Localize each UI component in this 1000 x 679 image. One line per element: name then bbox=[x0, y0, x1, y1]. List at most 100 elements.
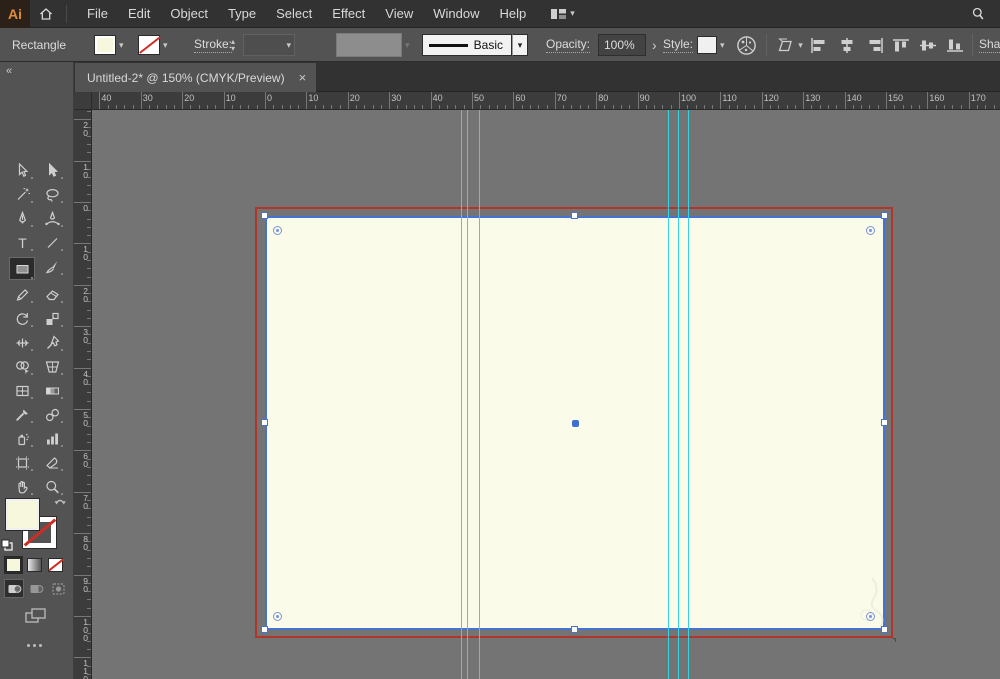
chevron-down-icon[interactable] bbox=[119, 40, 124, 51]
paintbrush-tool[interactable] bbox=[40, 258, 64, 275]
v-align-center-button[interactable] bbox=[918, 38, 938, 53]
line-segment-tool[interactable] bbox=[40, 234, 64, 251]
h-align-left-button[interactable] bbox=[810, 37, 830, 53]
menu-effect[interactable]: Effect bbox=[322, 6, 375, 21]
step-down-icon[interactable] bbox=[231, 45, 235, 52]
draw-behind-button[interactable] bbox=[27, 580, 45, 597]
menu-select[interactable]: Select bbox=[266, 6, 322, 21]
rectangle-tool[interactable] bbox=[9, 257, 35, 280]
style-swatch[interactable] bbox=[697, 36, 717, 54]
selection-handle[interactable] bbox=[571, 212, 578, 219]
close-tab-icon[interactable]: × bbox=[299, 70, 307, 85]
magic-wand-tool[interactable] bbox=[10, 186, 34, 203]
vertical-ruler[interactable]: 20100102030405060708090100110 bbox=[74, 110, 92, 679]
selection-handle[interactable] bbox=[881, 212, 888, 219]
hand-tool[interactable] bbox=[10, 478, 34, 495]
column-graph-tool[interactable] bbox=[40, 430, 64, 447]
direct-selection-tool[interactable] bbox=[40, 162, 64, 179]
zoom-tool[interactable] bbox=[40, 478, 64, 495]
h-align-center-button[interactable] bbox=[837, 37, 857, 53]
home-icon[interactable] bbox=[38, 6, 54, 22]
slice-tool[interactable] bbox=[40, 454, 64, 471]
v-align-top-button[interactable] bbox=[891, 38, 911, 53]
opacity-field[interactable]: 100% bbox=[598, 34, 657, 56]
type-tool[interactable]: T bbox=[10, 234, 34, 251]
color-button[interactable] bbox=[4, 556, 23, 574]
shape-builder-tool[interactable] bbox=[10, 358, 34, 375]
live-corner-widget[interactable] bbox=[866, 226, 875, 235]
mesh-tool[interactable] bbox=[10, 382, 34, 399]
collapse-dock-button[interactable]: « bbox=[6, 65, 12, 77]
scale-tool[interactable] bbox=[40, 310, 64, 327]
selection-handle[interactable] bbox=[261, 212, 268, 219]
artboard-tool[interactable] bbox=[10, 454, 34, 471]
live-corner-widget[interactable] bbox=[273, 226, 282, 235]
more-options-icon[interactable] bbox=[27, 644, 42, 647]
selection-handle[interactable] bbox=[261, 419, 268, 426]
screen-mode-button[interactable] bbox=[24, 607, 48, 630]
default-fill-stroke-icon[interactable] bbox=[1, 538, 13, 556]
shaper-tool[interactable] bbox=[10, 286, 34, 303]
opacity-link[interactable]: Opacity: bbox=[546, 37, 591, 53]
selection-handle[interactable] bbox=[261, 626, 268, 633]
horizontal-ruler[interactable]: 40 30 20 10 0 10 20 30 40 50 60 70 80 90 100 110 120 130 1… bbox=[92, 92, 1000, 110]
recolor-artwork-button[interactable] bbox=[733, 28, 759, 62]
live-corner-widget[interactable] bbox=[273, 612, 282, 621]
menu-edit[interactable]: Edit bbox=[118, 6, 160, 21]
swap-fill-stroke-icon[interactable] bbox=[52, 497, 68, 517]
guide-line[interactable] bbox=[668, 110, 669, 679]
lasso-tool[interactable] bbox=[40, 186, 64, 203]
workspace-switcher[interactable] bbox=[550, 7, 575, 21]
stroke-swatch-none[interactable] bbox=[138, 35, 160, 55]
rotate-tool[interactable] bbox=[10, 310, 34, 327]
selection-handle[interactable] bbox=[881, 419, 888, 426]
menu-file[interactable]: File bbox=[77, 6, 118, 21]
gradient-tool[interactable] bbox=[40, 382, 64, 399]
selection-handle[interactable] bbox=[881, 626, 888, 633]
symbol-sprayer-tool[interactable] bbox=[10, 430, 34, 447]
h-align-right-button[interactable] bbox=[864, 37, 884, 53]
fill-swatch[interactable] bbox=[94, 35, 116, 55]
shape-panel-link[interactable]: Shape bbox=[979, 37, 1000, 53]
width-tool[interactable] bbox=[10, 334, 34, 351]
gradient-button[interactable] bbox=[27, 558, 42, 572]
style-swatch-dropdown[interactable] bbox=[697, 28, 725, 62]
document-tab[interactable]: Untitled-2* @ 150% (CMYK/Preview) × bbox=[75, 63, 317, 92]
draw-normal-button[interactable] bbox=[4, 579, 24, 598]
app-logo-icon[interactable]: Ai bbox=[0, 0, 30, 28]
chevron-down-icon[interactable] bbox=[720, 40, 725, 51]
selection-handle[interactable] bbox=[571, 626, 578, 633]
center-point[interactable] bbox=[572, 420, 579, 427]
chevron-down-icon[interactable] bbox=[163, 40, 168, 51]
menu-view[interactable]: View bbox=[375, 6, 423, 21]
menu-help[interactable]: Help bbox=[489, 6, 536, 21]
blend-tool[interactable] bbox=[40, 406, 64, 423]
stroke-color-picker[interactable] bbox=[138, 28, 168, 62]
style-link[interactable]: Style: bbox=[663, 37, 694, 53]
menu-type[interactable]: Type bbox=[218, 6, 266, 21]
fill-swatch[interactable] bbox=[5, 498, 40, 531]
draw-inside-button[interactable] bbox=[49, 580, 67, 597]
graphic-style-dropdown[interactable]: Basic bbox=[422, 34, 528, 56]
none-button[interactable] bbox=[48, 558, 63, 572]
eyedropper-tool[interactable] bbox=[10, 406, 34, 423]
eraser-tool[interactable] bbox=[40, 286, 64, 303]
dropdown-button[interactable] bbox=[512, 34, 528, 56]
menu-window[interactable]: Window bbox=[423, 6, 489, 21]
guide-line[interactable] bbox=[678, 110, 679, 679]
v-align-bottom-button[interactable] bbox=[945, 38, 965, 53]
pen-tool[interactable] bbox=[10, 210, 34, 227]
ruler-origin-corner[interactable] bbox=[74, 92, 92, 110]
canvas[interactable]: ⌝ bbox=[92, 110, 1000, 679]
search-button[interactable] bbox=[970, 6, 986, 22]
stroke-weight-stepper[interactable] bbox=[231, 28, 235, 62]
transform-dropdown[interactable] bbox=[774, 28, 806, 62]
stroke-weight-dropdown[interactable] bbox=[243, 34, 295, 56]
curvature-tool[interactable] bbox=[40, 210, 64, 227]
guide-line[interactable] bbox=[688, 110, 689, 679]
expand-arrow-icon[interactable] bbox=[652, 37, 657, 53]
perspective-grid-tool[interactable] bbox=[40, 358, 64, 375]
guide-line[interactable] bbox=[467, 110, 468, 679]
live-corner-widget[interactable] bbox=[866, 612, 875, 621]
menu-object[interactable]: Object bbox=[160, 6, 218, 21]
